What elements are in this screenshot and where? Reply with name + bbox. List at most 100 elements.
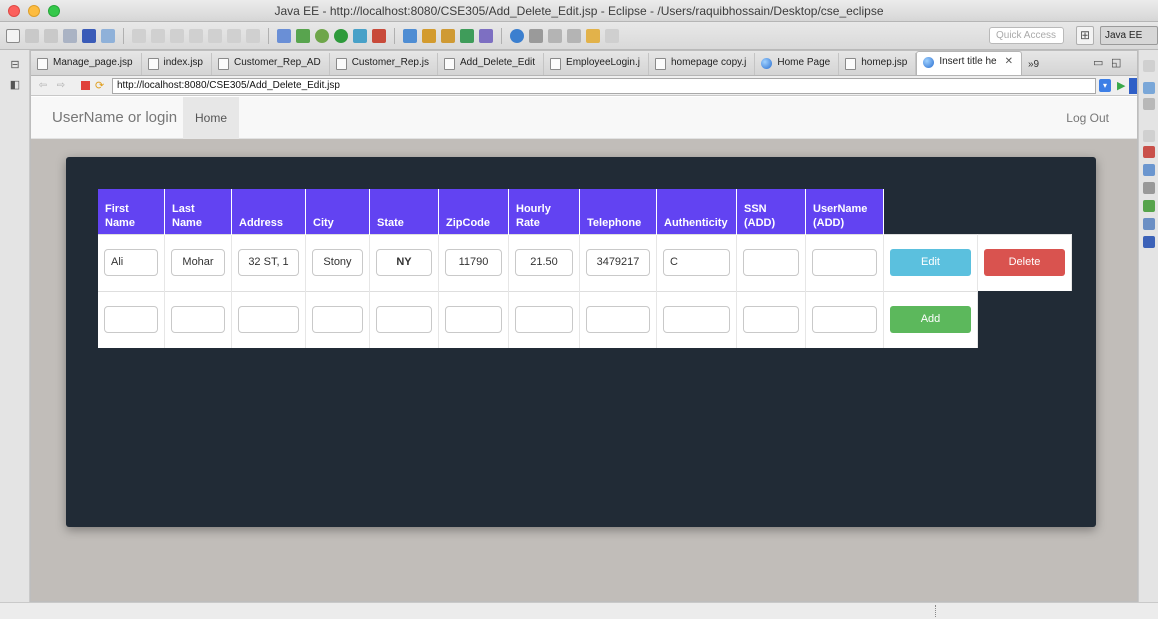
task-list-icon[interactable] xyxy=(296,28,310,43)
edit-button[interactable]: Edit xyxy=(890,249,971,276)
cell-input[interactable]: 3479217 xyxy=(586,249,650,276)
new-file-icon[interactable] xyxy=(6,28,20,43)
prev-annotation-icon[interactable] xyxy=(567,28,581,43)
cell-input[interactable] xyxy=(445,306,502,334)
file-icon xyxy=(335,58,347,70)
console-icon[interactable] xyxy=(1143,236,1155,248)
globe-icon[interactable] xyxy=(510,28,524,43)
cell-input[interactable] xyxy=(376,306,432,334)
new-server-icon[interactable] xyxy=(403,28,417,43)
stop-icon[interactable] xyxy=(81,81,90,90)
cell-input[interactable]: Ali xyxy=(104,249,158,276)
quick-access-field[interactable]: Quick Access xyxy=(989,27,1064,44)
restore-icon[interactable] xyxy=(1143,60,1155,72)
editor-tab[interactable]: Customer_Rep.js xyxy=(330,53,438,75)
editor-tab[interactable]: homep.jsp xyxy=(839,53,917,75)
back-icon[interactable] xyxy=(586,28,600,43)
editor-tab[interactable]: Insert title he ✕ xyxy=(916,51,1022,75)
url-field[interactable]: http://localhost:8080/CSE305/Add_Delete_… xyxy=(112,78,1096,94)
restore-icon[interactable]: ⊟ xyxy=(6,58,24,74)
run-icon[interactable] xyxy=(334,28,348,43)
cell-input[interactable] xyxy=(515,306,573,334)
cell-input[interactable] xyxy=(586,306,650,334)
logout-link[interactable]: Log Out xyxy=(1066,111,1109,125)
editor-tab-label: Add_Delete_Edit xyxy=(459,57,536,68)
suspend-icon[interactable] xyxy=(151,28,165,43)
properties-icon[interactable] xyxy=(1143,164,1155,176)
cell-input[interactable]: 32 ST, 1 xyxy=(238,249,299,276)
editor-tab[interactable]: Home Page xyxy=(755,53,840,75)
save-all-icon[interactable] xyxy=(44,28,58,43)
terminal-icon[interactable] xyxy=(82,28,96,43)
add-button[interactable]: Add xyxy=(890,306,971,334)
step-over-icon[interactable] xyxy=(227,28,241,43)
delete-button[interactable]: Delete xyxy=(984,249,1065,277)
project-explorer-icon[interactable]: ◧ xyxy=(6,78,24,94)
close-window-button[interactable] xyxy=(8,4,20,17)
minimize-window-button[interactable] xyxy=(28,4,40,17)
maximize-window-button[interactable] xyxy=(48,4,60,17)
cell-input[interactable] xyxy=(743,306,799,334)
close-icon[interactable]: ✕ xyxy=(1005,56,1013,67)
cell-input[interactable] xyxy=(312,306,363,334)
cell-input[interactable] xyxy=(104,306,158,334)
go-icon[interactable]: ▶ xyxy=(1117,79,1125,92)
resume-icon[interactable] xyxy=(132,28,146,43)
disconnect-icon[interactable] xyxy=(189,28,203,43)
cell-input[interactable]: 21.50 xyxy=(515,249,573,276)
editor-tab[interactable]: Add_Delete_Edit xyxy=(438,53,545,75)
annotation-icon[interactable] xyxy=(529,28,543,43)
forward-icon[interactable] xyxy=(605,28,619,43)
open-perspective-button[interactable]: ⊞ xyxy=(1076,26,1094,45)
editor-tab[interactable]: Customer_Rep_AD xyxy=(212,53,330,75)
skip-breakpoints-icon[interactable] xyxy=(101,28,115,43)
external-browser-icon[interactable] xyxy=(1129,78,1137,94)
print-icon[interactable] xyxy=(63,28,77,43)
cell-input[interactable]: Mohar xyxy=(171,249,225,276)
profile-icon[interactable] xyxy=(353,28,367,43)
cell-input[interactable]: NY xyxy=(376,249,432,276)
step-into-icon[interactable] xyxy=(208,28,222,43)
new-web-project-icon[interactable] xyxy=(460,28,474,43)
debug-icon[interactable] xyxy=(315,28,329,43)
cell-input[interactable] xyxy=(171,306,225,334)
minimize-icon[interactable]: ▭ xyxy=(1093,56,1103,69)
site-brand[interactable]: UserName or login xyxy=(52,109,177,126)
servers-icon[interactable] xyxy=(1143,182,1155,194)
new-project-icon[interactable] xyxy=(422,28,436,43)
search-icon[interactable] xyxy=(479,28,493,43)
cell-input[interactable] xyxy=(663,306,730,334)
save-icon[interactable] xyxy=(25,28,39,43)
refresh-icon[interactable]: ⟳ xyxy=(95,79,104,92)
maximize-icon[interactable]: ◱ xyxy=(1111,56,1121,69)
task-list-icon[interactable] xyxy=(1143,98,1155,110)
external-tools-icon[interactable] xyxy=(372,28,386,43)
tab-overflow-button[interactable]: »9 xyxy=(1022,59,1045,75)
restore-icon[interactable] xyxy=(1143,130,1155,142)
cell-input[interactable] xyxy=(812,249,877,276)
step-return-icon[interactable] xyxy=(246,28,260,43)
url-history-dropdown[interactable]: ▾ xyxy=(1099,79,1111,92)
terminate-icon[interactable] xyxy=(170,28,184,43)
open-type-icon[interactable] xyxy=(441,28,455,43)
outline-icon[interactable] xyxy=(1143,82,1155,94)
cell-input[interactable]: Stony xyxy=(312,249,363,276)
editor-tab[interactable]: homepage copy.j xyxy=(649,53,756,75)
back-icon[interactable]: ⇦ xyxy=(37,80,49,92)
cell-input[interactable] xyxy=(812,306,877,334)
editor-tab[interactable]: Manage_page.jsp xyxy=(31,53,142,75)
cell-input[interactable] xyxy=(238,306,299,334)
java-ee-perspective-button[interactable]: Java EE xyxy=(1100,26,1158,45)
next-annotation-icon[interactable] xyxy=(548,28,562,43)
cell-input[interactable] xyxy=(743,249,799,276)
data-source-icon[interactable] xyxy=(1143,200,1155,212)
nav-home-link[interactable]: Home xyxy=(183,97,239,139)
editor-tab[interactable]: index.jsp xyxy=(142,53,212,75)
markers-icon[interactable] xyxy=(1143,146,1155,158)
editor-tab[interactable]: EmployeeLogin.j xyxy=(544,53,649,75)
snippets-icon[interactable] xyxy=(1143,218,1155,230)
cell-input[interactable]: C xyxy=(663,249,730,276)
open-task-icon[interactable] xyxy=(277,28,291,43)
cell-input[interactable]: 11790 xyxy=(445,249,502,276)
forward-icon[interactable]: ⇨ xyxy=(55,80,67,92)
